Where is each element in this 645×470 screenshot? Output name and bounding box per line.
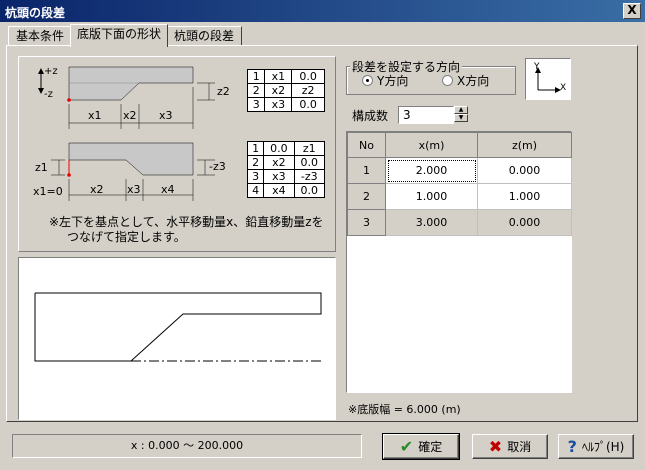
x1-zero-label: x1=0 [33, 185, 63, 198]
tab-label: 底版下面の形状 [76, 27, 161, 41]
table-row: 2 x2 z2 [246, 83, 325, 98]
dim-x4-label: x4 [161, 183, 175, 196]
axis-orientation-icon: Y X [525, 58, 571, 100]
tab-pile-head-step[interactable]: 杭頭の段差 [166, 26, 242, 46]
segment-grid-panel: No x(m) z(m) 1 2.000 0.000 2 1.000 1.000… [346, 131, 572, 393]
table-row: 2 x2 0.0 [246, 155, 326, 170]
axis-y-label: Y [534, 62, 540, 72]
tab-label: 基本条件 [15, 29, 64, 43]
segment-grid: No x(m) z(m) 1 2.000 0.000 2 1.000 1.000… [347, 132, 572, 236]
instruction-note: ※左下を基点として、水平移動量x、鉛直移動量zを つなげて指定します。 [49, 215, 324, 245]
cell-x[interactable]: 3.000 [385, 209, 478, 236]
button-label: 確定 [418, 440, 443, 454]
row-number: 3 [347, 209, 386, 236]
table-row: 3 x3 -z3 [246, 169, 326, 184]
radio-y-direction[interactable]: Y方向 [362, 72, 408, 89]
ok-button[interactable]: ✔ 確定 [382, 433, 460, 460]
table-row: 1 x1 0.0 [246, 69, 325, 84]
cell-z[interactable]: 1.000 [477, 183, 572, 210]
shape-preview-panel [18, 257, 336, 420]
column-header-x: x(m) [385, 132, 478, 158]
cross-icon: ✖ [488, 437, 503, 456]
table-row: 3 x3 0.0 [246, 97, 325, 112]
minus-z-label: -z [44, 89, 53, 100]
radio-unchecked-icon [442, 75, 453, 86]
close-icon: X [627, 3, 637, 17]
cancel-button[interactable]: ✖ 取消 [472, 434, 548, 459]
dim-z3-label: -z3 [209, 160, 226, 173]
note-line: つなげて指定します。 [67, 230, 186, 244]
note-line: ※左下を基点として、水平移動量x、鉛直移動量zを [49, 215, 324, 229]
slab-shape-one [68, 66, 194, 101]
radio-label: X方向 [457, 74, 490, 88]
slab-shape-two [68, 142, 194, 176]
cell-x[interactable]: 1.000 [385, 183, 478, 210]
slab-width-note: ※底版幅 = 6.000 (m) [348, 403, 461, 416]
close-button[interactable]: X [623, 3, 641, 19]
dim-x2-label: x2 [90, 183, 104, 196]
help-question-icon: ? [567, 437, 577, 456]
reference-diagram-panel: +z -z x1 x2 x3 z2 z1 x1=0 x2 x3 x4 -z3 1… [18, 56, 336, 252]
row-number: 2 [347, 183, 386, 210]
stepper-up-icon[interactable]: ▲ [454, 106, 468, 114]
button-label: 取消 [507, 440, 532, 454]
dim-z2-label: z2 [217, 85, 230, 98]
tab-label: 杭頭の段差 [173, 29, 234, 43]
check-icon: ✔ [399, 437, 414, 456]
row-number: 1 [347, 157, 386, 184]
dim-z1-label: z1 [35, 161, 48, 174]
count-label: 構成数 [352, 109, 389, 123]
axis-x-label: X [560, 83, 567, 93]
table-row[interactable]: 1 2.000 0.000 [347, 157, 572, 184]
axis-icon [535, 67, 561, 93]
title-bar: 杭頭の段差 X [0, 0, 645, 22]
origin-marker [67, 98, 71, 102]
stepper-down-icon[interactable]: ▼ [454, 114, 468, 122]
help-button[interactable]: ? ﾍﾙﾌﾟ(H) [558, 434, 634, 459]
dim-x2-label: x2 [123, 109, 137, 122]
button-label: ﾍﾙﾌﾟ(H) [581, 440, 625, 454]
reference-table-two: 1 0.0 z1 2 x2 0.0 3 x3 -z3 4 x4 0.0 [246, 141, 326, 198]
count-stepper-input[interactable]: 3 [398, 106, 454, 124]
dim-x3-label: x3 [127, 183, 141, 196]
slab-outline [34, 292, 322, 362]
dim-x1-label: x1 [88, 109, 102, 122]
reference-table-one: 1 x1 0.0 2 x2 z2 3 x3 0.0 [246, 69, 325, 112]
status-range-display: x : 0.000 ～ 200.000 [12, 434, 362, 458]
tab-basic-conditions[interactable]: 基本条件 [8, 26, 72, 46]
cell-z[interactable]: 0.000 [477, 157, 572, 184]
table-row: 4 x4 0.0 [246, 183, 326, 198]
radio-label: Y方向 [377, 74, 409, 88]
plus-z-label: +z [44, 66, 58, 77]
radio-checked-icon [362, 75, 373, 86]
count-stepper[interactable]: ▲ ▼ [454, 106, 468, 124]
dim-x3-label: x3 [159, 109, 173, 122]
table-row: 1 0.0 z1 [246, 141, 326, 156]
shape-preview-svg [34, 292, 323, 362]
cell-x[interactable]: 2.000 [385, 157, 478, 184]
table-row[interactable]: 3 3.000 0.000 [347, 209, 572, 236]
grid-header-row: No x(m) z(m) [347, 132, 572, 158]
window-title: 杭頭の段差 [5, 6, 66, 20]
tab-slab-bottom-shape[interactable]: 底版下面の形状 [70, 24, 168, 47]
cell-z[interactable]: 0.000 [477, 209, 572, 236]
radio-x-direction[interactable]: X方向 [442, 72, 489, 89]
table-row[interactable]: 2 1.000 1.000 [347, 183, 572, 210]
column-header-z: z(m) [477, 132, 572, 158]
column-header-no: No [347, 132, 386, 158]
